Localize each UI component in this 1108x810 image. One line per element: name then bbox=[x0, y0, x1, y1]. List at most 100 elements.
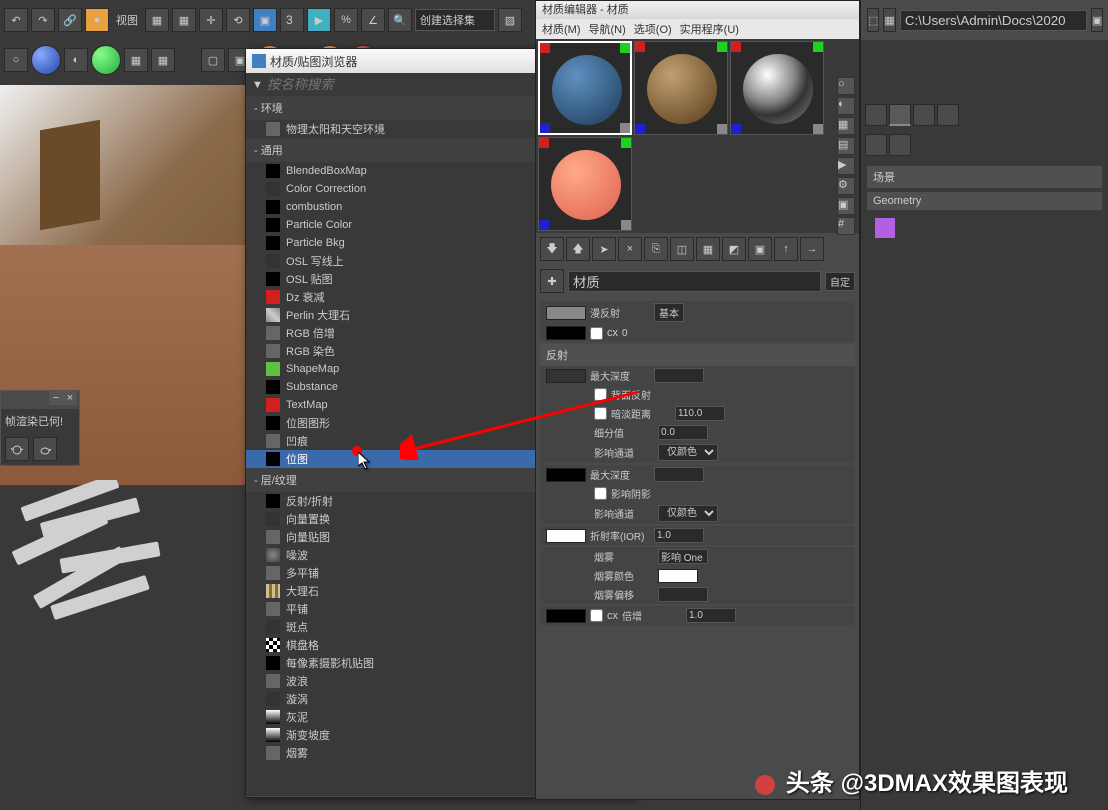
quick-tool-box[interactable]: ▢ bbox=[201, 48, 225, 72]
tool-snap[interactable]: ▶ bbox=[307, 8, 331, 32]
tab-hierarchy[interactable] bbox=[913, 104, 935, 126]
reset-material-icon[interactable]: × bbox=[618, 237, 642, 261]
selection-set-dropdown[interactable]: 创建选择集 bbox=[415, 9, 495, 31]
menu-utilities[interactable]: 实用程序(U) bbox=[680, 21, 739, 37]
tool-link[interactable]: 🔗 bbox=[58, 8, 82, 32]
put-material-icon[interactable]: 🡅 bbox=[566, 237, 590, 261]
side-video-icon[interactable]: ▶ bbox=[837, 157, 855, 175]
panel-close-icon[interactable]: × bbox=[63, 391, 77, 405]
tool-scale-num[interactable]: 3 bbox=[280, 8, 304, 32]
preset-sphere-blue[interactable] bbox=[31, 45, 61, 75]
tab-create[interactable] bbox=[865, 104, 887, 126]
assign-material-icon[interactable]: ➤ bbox=[592, 237, 616, 261]
max-depth-spinner[interactable] bbox=[654, 368, 704, 383]
refl-channel-dropdown[interactable]: 仅颜色 bbox=[658, 444, 718, 461]
refr-max-spinner[interactable] bbox=[654, 467, 704, 482]
geometry-header[interactable]: Geometry bbox=[867, 192, 1102, 210]
abbe-checkbox[interactable] bbox=[590, 609, 603, 622]
quick-tool-grid2[interactable]: ▦ bbox=[151, 48, 175, 72]
show-map-icon[interactable]: ◩ bbox=[722, 237, 746, 261]
render-status-text: 帧渲染已何! bbox=[5, 413, 75, 429]
put-to-lib-icon[interactable]: ▦ bbox=[696, 237, 720, 261]
search-expand-icon[interactable]: ▼ bbox=[252, 79, 263, 91]
material-slot-2[interactable] bbox=[634, 41, 728, 135]
material-type-button[interactable]: 自定 bbox=[825, 272, 855, 291]
abbe-swatch[interactable] bbox=[546, 609, 586, 623]
side-matid-icon[interactable]: # bbox=[837, 217, 855, 235]
tool-move[interactable]: ✛ bbox=[199, 8, 223, 32]
material-slot-4[interactable] bbox=[538, 137, 632, 231]
menu-material[interactable]: 材质(M) bbox=[542, 21, 581, 37]
kettle-icon[interactable] bbox=[33, 437, 57, 461]
ior-spinner[interactable] bbox=[654, 528, 704, 543]
make-copy-icon[interactable]: ⎘ bbox=[644, 237, 668, 261]
quick-tool-grid[interactable]: ▦ bbox=[124, 48, 148, 72]
fog-bias-spinner[interactable] bbox=[658, 587, 708, 602]
sub-spinner[interactable] bbox=[658, 425, 708, 440]
go-parent-icon[interactable]: ↑ bbox=[774, 237, 798, 261]
dialog-icon bbox=[252, 54, 266, 68]
tab-motion[interactable] bbox=[937, 104, 959, 126]
subtab-2[interactable] bbox=[889, 134, 911, 156]
tool-mirror[interactable]: ▧ bbox=[498, 8, 522, 32]
dim-spinner[interactable] bbox=[675, 406, 725, 421]
side-backlight-icon[interactable]: ◐ bbox=[837, 97, 855, 115]
roughness-swatch[interactable] bbox=[546, 326, 586, 340]
make-unique-icon[interactable]: ◫ bbox=[670, 237, 694, 261]
material-name-input[interactable] bbox=[568, 271, 821, 292]
reflect-swatch[interactable] bbox=[546, 369, 586, 383]
dim-checkbox[interactable] bbox=[594, 407, 607, 420]
scene-header[interactable]: 场景 bbox=[867, 166, 1102, 188]
side-uv-icon[interactable]: ▤ bbox=[837, 137, 855, 155]
tool-angle[interactable]: ∠ bbox=[361, 8, 385, 32]
tool-undo[interactable]: ↶ bbox=[4, 8, 28, 32]
tool-redo[interactable]: ↷ bbox=[31, 8, 55, 32]
material-editor: 材质编辑器 - 材质 材质(M) 导航(N) 选项(O) 实用程序(U) bbox=[535, 0, 860, 800]
diffuse-swatch[interactable] bbox=[546, 306, 586, 320]
preset-sphere-green[interactable] bbox=[91, 45, 121, 75]
mult-spinner[interactable] bbox=[686, 608, 736, 623]
pick-material-icon[interactable]: ✚ bbox=[540, 269, 564, 293]
object-color-swatch[interactable] bbox=[875, 218, 895, 238]
get-material-icon[interactable]: 🡇 bbox=[540, 237, 564, 261]
side-options-icon[interactable]: ⚙ bbox=[837, 177, 855, 195]
menu-options[interactable]: 选项(O) bbox=[634, 21, 672, 37]
backface-checkbox[interactable] bbox=[594, 388, 607, 401]
right-tool-3[interactable]: ▣ bbox=[1091, 8, 1103, 32]
refract-swatch[interactable] bbox=[546, 468, 586, 482]
go-forward-icon[interactable]: → bbox=[800, 237, 824, 261]
diffuse-type[interactable]: 基本 bbox=[654, 303, 684, 322]
path-input[interactable] bbox=[900, 10, 1087, 31]
fog-color-swatch[interactable] bbox=[658, 569, 698, 583]
mat-editor-titlebar[interactable]: 材质编辑器 - 材质 bbox=[536, 1, 859, 19]
reflect-header[interactable]: 反射 bbox=[540, 344, 855, 366]
right-tool-2[interactable]: ▦ bbox=[883, 8, 895, 32]
roughness-checkbox[interactable] bbox=[590, 327, 603, 340]
refr-exit-checkbox[interactable] bbox=[594, 487, 607, 500]
menu-navigate[interactable]: 导航(N) bbox=[589, 21, 626, 37]
teapot-icon[interactable] bbox=[5, 437, 29, 461]
material-slot-1[interactable] bbox=[538, 41, 632, 135]
ior-swatch[interactable] bbox=[546, 529, 586, 543]
tool-grid2[interactable]: ▦ bbox=[172, 8, 196, 32]
tool-rotate[interactable]: ⟲ bbox=[226, 8, 250, 32]
right-tool-1[interactable]: ⬚ bbox=[867, 8, 879, 32]
quick-tool-2[interactable]: ◐ bbox=[64, 48, 88, 72]
subtab-1[interactable] bbox=[865, 134, 887, 156]
tool-zoom[interactable]: 🔍 bbox=[388, 8, 412, 32]
panel-minimize-icon[interactable]: − bbox=[49, 391, 63, 405]
fog-spinner[interactable] bbox=[658, 549, 708, 564]
tool-percent[interactable]: % bbox=[334, 8, 358, 32]
side-select-icon[interactable]: ▣ bbox=[837, 197, 855, 215]
quick-tool-1[interactable]: ○ bbox=[4, 48, 28, 72]
refr-channel-dropdown[interactable]: 仅颜色 bbox=[658, 505, 718, 522]
ior-label: 折射率(IOR) bbox=[590, 528, 650, 543]
tab-modify[interactable] bbox=[889, 104, 911, 126]
tool-sphere[interactable]: ● bbox=[85, 8, 109, 32]
material-slot-3[interactable] bbox=[730, 41, 824, 135]
tool-grid1[interactable]: ▦ bbox=[145, 8, 169, 32]
tool-select[interactable]: ▣ bbox=[253, 8, 277, 32]
show-end-icon[interactable]: ▣ bbox=[748, 237, 772, 261]
side-sample-icon[interactable]: ○ bbox=[837, 77, 855, 95]
side-bg-icon[interactable]: ▦ bbox=[837, 117, 855, 135]
